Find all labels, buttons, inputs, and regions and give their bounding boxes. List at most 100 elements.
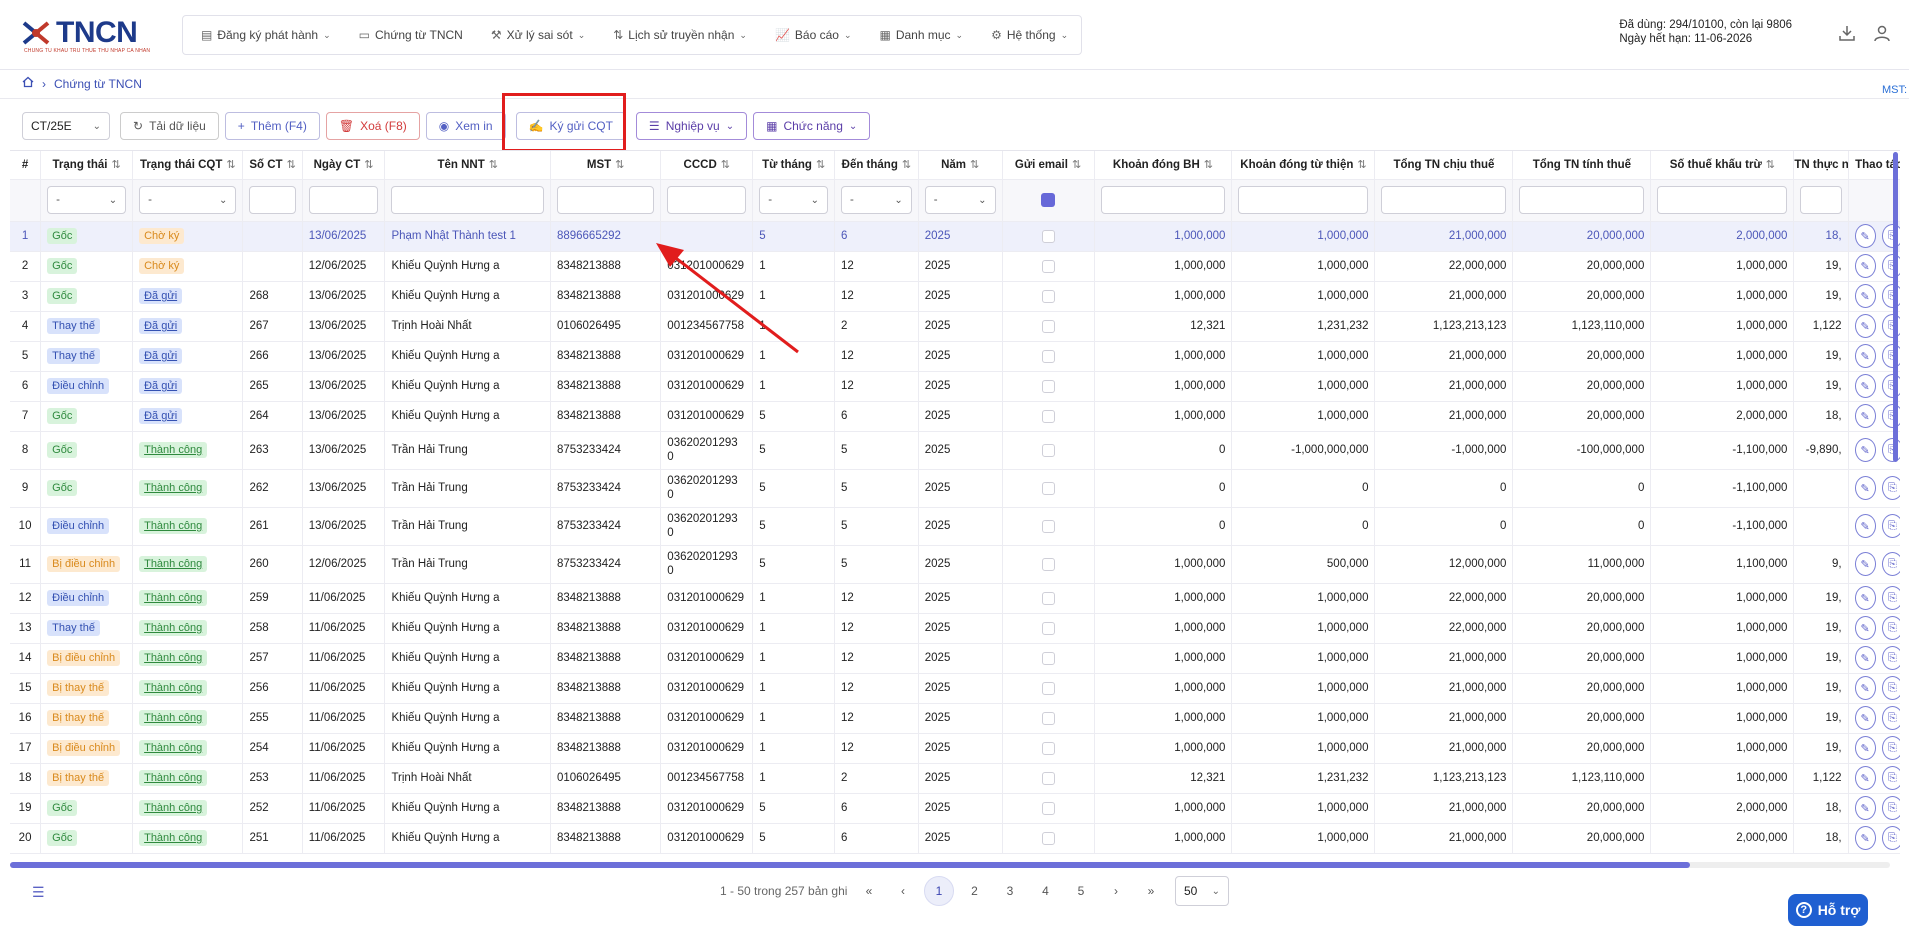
email-checkbox[interactable]	[1041, 621, 1055, 635]
sort-icon[interactable]: ⇅	[489, 159, 498, 171]
filter-select[interactable]: - ⌄	[840, 186, 912, 214]
email-checkbox[interactable]	[1041, 681, 1055, 695]
sort-icon[interactable]: ⇅	[1204, 159, 1213, 171]
edit-icon[interactable]: ✎	[1854, 736, 1876, 760]
edit-icon[interactable]: ✎	[1854, 826, 1876, 850]
edit-icon[interactable]: ✎	[1854, 438, 1876, 462]
edit-icon[interactable]: ✎	[1854, 796, 1876, 820]
page-button[interactable]: 3	[995, 876, 1025, 906]
cqt-status-badge[interactable]: Thành công	[139, 480, 208, 496]
table-row[interactable]: 20 Gốc Thành công 251 11/06/2025 Khiếu Quỳnh …	[10, 823, 1900, 854]
first-page-button[interactable]: «	[854, 876, 884, 906]
copy-icon[interactable]: ⎘	[1881, 476, 1900, 500]
add-button[interactable]: + Thêm (F4)	[224, 112, 320, 140]
download-icon[interactable]	[1838, 24, 1856, 47]
column-header[interactable]: CCCD ⇅	[660, 151, 754, 180]
email-checkbox[interactable]	[1041, 481, 1055, 495]
column-header[interactable]: Trạng thái ⇅	[40, 151, 134, 180]
cqt-status-badge[interactable]: Thành công	[139, 442, 208, 458]
cqt-status-badge[interactable]: Thành công	[139, 590, 208, 606]
copy-icon[interactable]: ⎘	[1881, 796, 1900, 820]
copy-icon[interactable]: ⎘	[1881, 766, 1900, 790]
edit-icon[interactable]: ✎	[1854, 706, 1876, 730]
menu-item-3[interactable]: ⇅ Lịch sử truyền nhận ⌄	[613, 28, 747, 42]
column-header[interactable]: #	[10, 151, 42, 180]
column-header[interactable]: Trạng thái CQT ⇅	[132, 151, 244, 180]
column-header[interactable]: Khoản đóng từ thiện ⇅	[1231, 151, 1376, 180]
email-checkbox[interactable]	[1041, 801, 1055, 815]
cqt-status-badge[interactable]: Thành công	[139, 620, 208, 636]
filter-select[interactable]: - ⌄	[759, 186, 828, 214]
page-button[interactable]: 2	[960, 876, 990, 906]
sort-icon[interactable]: ⇅	[287, 159, 296, 171]
table-row[interactable]: 10 Điều chỉnh Thành công 261 13/06/2025 Trần …	[10, 507, 1900, 546]
table-row[interactable]: 13 Thay thế Thành công 258 11/06/2025 Khiếu Q…	[10, 613, 1900, 644]
email-checkbox[interactable]	[1041, 443, 1055, 457]
table-row[interactable]: 11 Bị điều chỉnh Thành công 260 12/06/2025 Tr…	[10, 545, 1900, 584]
copy-icon[interactable]: ⎘	[1881, 514, 1900, 538]
list-view-icon[interactable]: ☰	[32, 884, 45, 901]
delete-button[interactable]: 🗑 Xoá (F8)	[325, 112, 420, 140]
menu-item-2[interactable]: ⚒ Xử lý sai sót ⌄	[491, 28, 585, 42]
user-icon[interactable]	[1873, 24, 1891, 47]
sort-icon[interactable]: ⇅	[615, 159, 624, 171]
column-header[interactable]: Ngày CT ⇅	[302, 151, 386, 180]
sort-icon[interactable]: ⇅	[970, 159, 979, 171]
horizontal-scrollbar[interactable]	[10, 862, 1890, 868]
filter-input[interactable]	[308, 186, 379, 214]
cqt-status-badge[interactable]: Thành công	[139, 680, 208, 696]
view-print-button[interactable]: ◉ Xem in	[425, 112, 506, 140]
column-header[interactable]: TN thực n	[1793, 151, 1849, 180]
table-row[interactable]: 1 Gốc Chờ ký 13/06/2025 Phạm Nhật Thành test…	[10, 221, 1900, 252]
email-checkbox[interactable]	[1041, 379, 1055, 393]
menu-item-5[interactable]: ▦ Danh mục ⌄	[880, 28, 964, 42]
edit-icon[interactable]: ✎	[1854, 254, 1876, 278]
filter-input[interactable]	[1238, 186, 1369, 214]
home-icon[interactable]	[22, 76, 34, 91]
column-header[interactable]: Từ tháng ⇅	[752, 151, 835, 180]
table-row[interactable]: 8 Gốc Thành công 263 13/06/2025 Trần Hải Trun…	[10, 431, 1900, 470]
column-header[interactable]: Tên NNT ⇅	[384, 151, 551, 180]
filter-input[interactable]	[249, 186, 296, 214]
copy-icon[interactable]: ⎘	[1881, 706, 1900, 730]
email-checkbox[interactable]	[1041, 519, 1055, 533]
sort-icon[interactable]: ⇅	[1766, 159, 1775, 171]
column-header[interactable]: Gửi email ⇅	[1002, 151, 1095, 180]
sort-icon[interactable]: ⇅	[816, 159, 825, 171]
filter-input[interactable]	[556, 186, 655, 214]
copy-icon[interactable]: ⎘	[1881, 676, 1900, 700]
column-header[interactable]: Tổng TN chịu thuế	[1374, 151, 1514, 180]
sort-icon[interactable]: ⇅	[111, 159, 120, 171]
cqt-status-badge[interactable]: Đã gửi	[139, 348, 183, 364]
column-header[interactable]: Đến tháng ⇅	[834, 151, 919, 180]
prev-page-button[interactable]: ‹	[888, 876, 918, 906]
edit-icon[interactable]: ✎	[1854, 404, 1876, 428]
email-checkbox[interactable]	[1041, 831, 1055, 845]
sort-icon[interactable]: ⇅	[226, 159, 235, 171]
breadcrumb-current[interactable]: Chứng từ TNCN	[54, 77, 142, 91]
table-row[interactable]: 5 Thay thế Đã gửi 266 13/06/2025 Khiếu Quỳnh …	[10, 341, 1900, 372]
edit-icon[interactable]: ✎	[1854, 224, 1876, 248]
email-checkbox[interactable]	[1041, 229, 1055, 243]
filter-checkbox[interactable]	[1041, 193, 1056, 207]
copy-icon[interactable]: ⎘	[1881, 552, 1900, 576]
page-button[interactable]: 5	[1066, 876, 1096, 906]
next-page-button[interactable]: ›	[1101, 876, 1131, 906]
sort-icon[interactable]: ⇅	[364, 159, 373, 171]
copy-icon[interactable]: ⎘	[1881, 616, 1900, 640]
table-row[interactable]: 15 Bị thay thế Thành công 256 11/06/2025 Khiế…	[10, 673, 1900, 704]
help-button[interactable]: ? Hỗ trợ	[1788, 894, 1868, 926]
logo[interactable]: TNCN	[20, 16, 138, 50]
email-checkbox[interactable]	[1041, 409, 1055, 423]
edit-icon[interactable]: ✎	[1854, 344, 1876, 368]
table-row[interactable]: 4 Thay thế Đã gửi 267 13/06/2025 Trịnh Hoài N…	[10, 311, 1900, 342]
page-button[interactable]: 1	[924, 876, 954, 906]
table-row[interactable]: 17 Bị điều chỉnh Thành công 254 11/06/2025 Kh…	[10, 733, 1900, 764]
filter-input[interactable]	[391, 186, 544, 214]
sort-icon[interactable]: ⇅	[902, 159, 911, 171]
menu-item-4[interactable]: 📈 Báo cáo ⌄	[775, 28, 852, 42]
table-row[interactable]: 3 Gốc Đã gửi 268 13/06/2025 Khiếu Quỳnh Hưng …	[10, 281, 1900, 312]
copy-icon[interactable]: ⎘	[1881, 826, 1900, 850]
table-row[interactable]: 7 Gốc Đã gửi 264 13/06/2025 Khiếu Quỳnh Hưng …	[10, 401, 1900, 432]
cqt-status-badge[interactable]: Đã gửi	[139, 318, 183, 334]
